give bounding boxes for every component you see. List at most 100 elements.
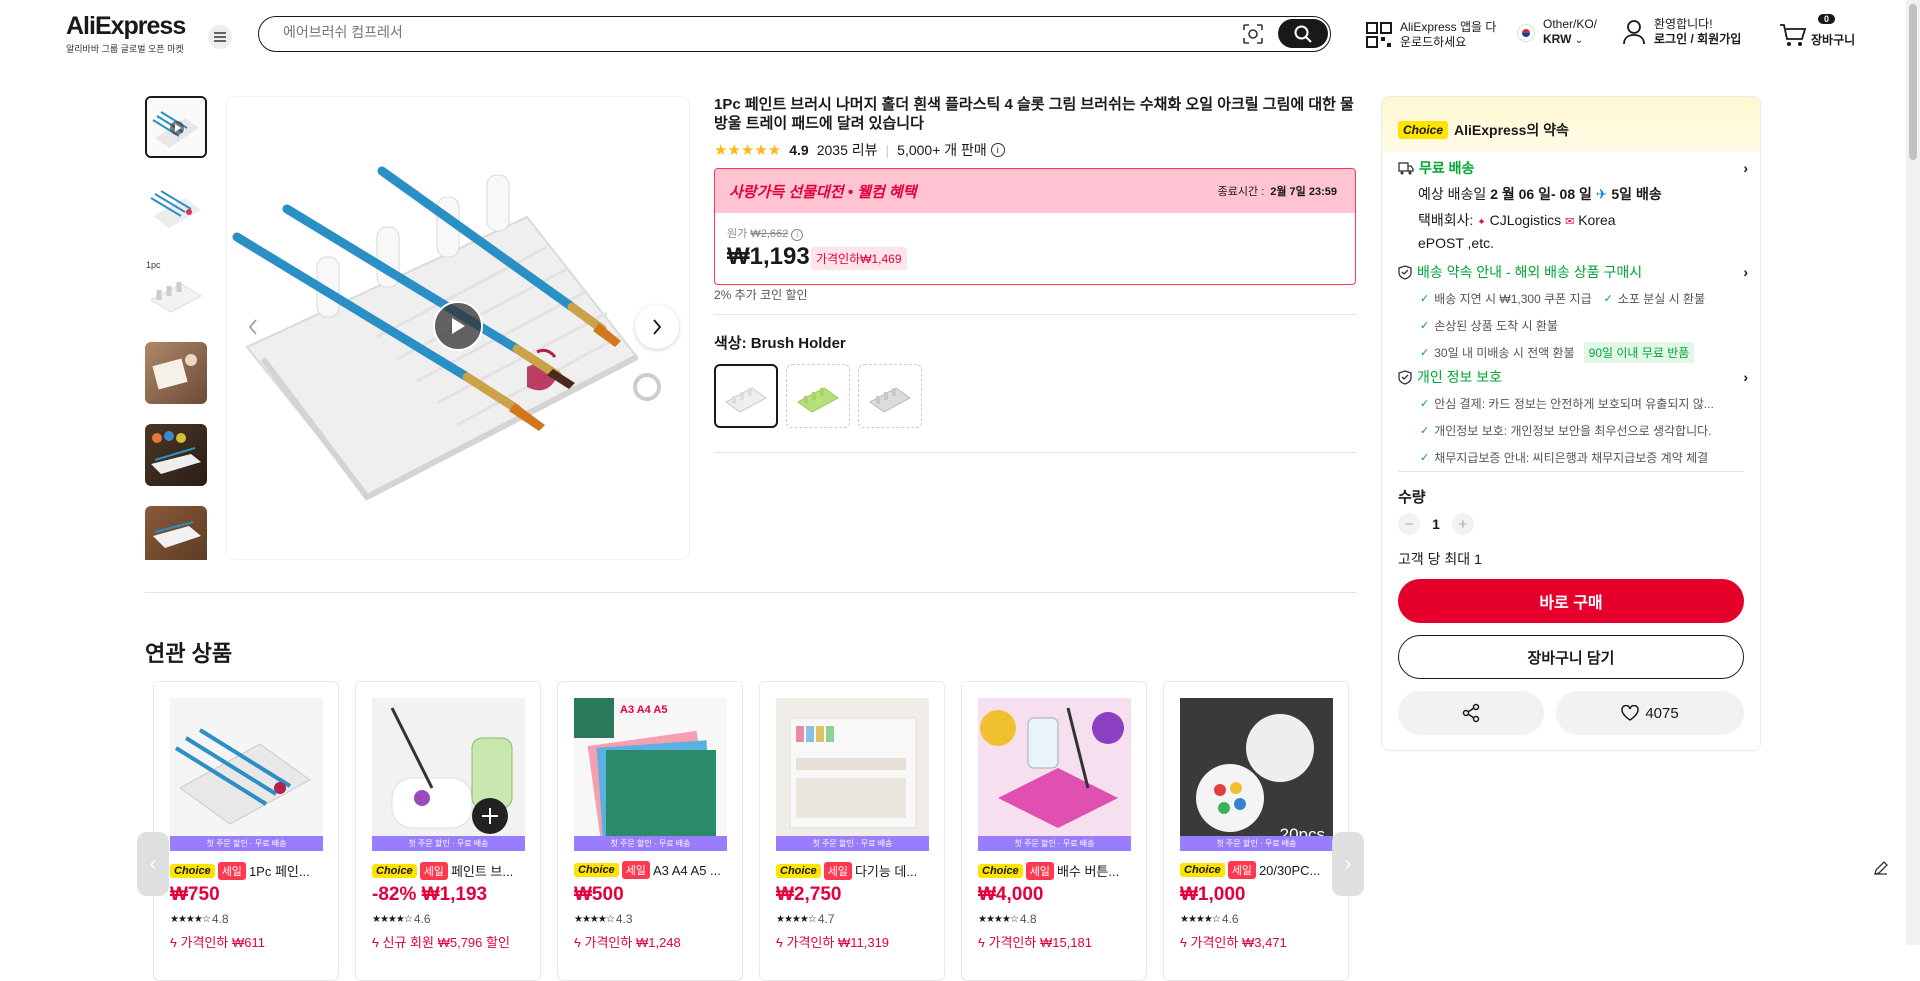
product-price: ₩750 — [170, 884, 220, 905]
guarantee-section[interactable]: 배송 약속 안내 - 해외 배송 상품 구매시 › ✓ 배송 지연 시 ₩1,30… — [1398, 262, 1748, 363]
end-time: 2월 7일 23:59 — [1270, 186, 1337, 198]
product-card[interactable]: 첫 주문 할인 · 무료 배송 Choice 세일 다기능 데... ₩2,750 … — [759, 681, 945, 981]
scrollbar-thumb[interactable] — [1909, 4, 1917, 160]
rating-value: 4.9 — [789, 142, 809, 158]
separator: | — [885, 142, 890, 158]
thumbnail-2[interactable] — [145, 178, 207, 240]
product-price: ₩4,000 — [978, 884, 1044, 905]
share-icon — [1462, 703, 1480, 723]
chevron-right-icon — [653, 319, 662, 335]
user-icon — [1623, 20, 1645, 45]
carousel-next-button[interactable]: › — [1332, 832, 1364, 896]
product-card[interactable]: 20pcs 첫 주문 할인 · 무료 배송 Choice 세일 20/30PC...… — [1163, 681, 1349, 981]
product-name: 20/30PC... — [1258, 862, 1321, 878]
thumbnail-4[interactable] — [145, 342, 207, 404]
chevron-right-icon: › — [1743, 160, 1748, 176]
product-deal: ϟ 가격인하 ₩3,471 — [1180, 935, 1287, 950]
aliexpress-logo[interactable]: AliExpress 알리바바 그룹 글로벌 오픈 마켓 — [66, 12, 186, 55]
product-rating: ★★★★☆ 4.8 — [170, 912, 229, 926]
star-icons: ★★★★☆ — [574, 913, 615, 925]
star-icons: ★★★★★ — [714, 142, 782, 159]
thumbnail-3[interactable]: 1pc — [145, 260, 207, 322]
product-rating: ★★★★☆ 4.6 — [1180, 912, 1239, 926]
page-scrollbar[interactable] — [1906, 0, 1920, 945]
product-name: 페인트 브... — [450, 864, 514, 879]
korea-flag-icon — [1517, 23, 1535, 42]
promo-suffix: • 웰컴 혜택 — [843, 183, 917, 201]
welcome-text: 환영합니다! — [1654, 17, 1713, 31]
region-selector[interactable]: Other/KO/KRW ⌄ — [1517, 17, 1597, 48]
swatch-gray[interactable] — [858, 364, 922, 428]
decrease-button[interactable]: − — [1398, 513, 1420, 535]
play-icon — [452, 318, 465, 334]
choice-badge: Choice — [574, 863, 619, 877]
account-menu[interactable]: 환영합니다! 로그인 / 회원가입 — [1622, 17, 1741, 47]
lightning-icon: ϟ — [776, 935, 783, 950]
review-count[interactable]: 2035 리뷰 — [817, 140, 878, 160]
product-card[interactable]: 첫 주문 할인 · 무료 배송 Choice 세일 페인트 브... -82% ₩1… — [355, 681, 541, 981]
free-shipping-label: 무료 배송 — [1419, 160, 1475, 176]
increase-button[interactable]: + — [1452, 513, 1474, 535]
thumbnail-6[interactable] — [145, 506, 207, 560]
play-video-button[interactable] — [433, 301, 483, 351]
product-name: 1Pc 페인... — [248, 864, 310, 879]
product-card[interactable]: 첫 주문 할인 · 무료 배송 Choice 세일 1Pc 페인... ₩750 ★… — [153, 681, 339, 981]
quantity-stepper: − 1 + — [1398, 513, 1474, 535]
next-image-button[interactable] — [635, 305, 679, 349]
login-link[interactable]: 로그인 / 회원가입 — [1654, 32, 1741, 46]
product-deal: ϟ 가격인하 ₩1,248 — [574, 935, 681, 950]
privacy-section[interactable]: 개인 정보 보호 › ✓ 안심 결제: 카드 정보는 안전하게 보호되며 유출되지… — [1398, 367, 1748, 466]
choice-badge: Choice — [1180, 863, 1225, 877]
divider — [714, 314, 1357, 315]
wishlist-button[interactable]: 4075 — [1556, 691, 1744, 735]
menu-icon[interactable] — [208, 25, 232, 49]
info-icon[interactable]: i — [990, 143, 1005, 157]
related-products-title: 연관 상품 — [145, 641, 233, 666]
buy-now-button[interactable]: 바로 구매 — [1398, 579, 1744, 623]
choice-badge: Choice — [978, 863, 1023, 878]
image-search-icon[interactable] — [1242, 23, 1264, 50]
product-price: -82% ₩1,193 — [372, 884, 488, 905]
search-icon — [1294, 25, 1312, 43]
share-button[interactable] — [1398, 691, 1544, 735]
epost-logo-icon: ✉ — [1565, 216, 1575, 228]
product-card[interactable]: 첫 주문 할인 · 무료 배송 Choice 세일 배수 버튼... ₩4,000 … — [961, 681, 1147, 981]
shipping-section[interactable]: 무료 배송 › 예상 배송일 2 월 06 일- 08 일 ✈ 5일 배송 택배… — [1398, 158, 1748, 254]
star-icons: ★★★★☆ — [978, 913, 1019, 925]
product-deal: ϟ 신규 회원 ₩5,796 할인 — [372, 935, 510, 950]
prev-image-button[interactable] — [235, 305, 271, 349]
thumbnail-video[interactable] — [145, 96, 207, 158]
info-icon[interactable]: i — [791, 228, 804, 241]
promo-banner: 사랑가득 선물대전 • 웰컴 혜택 종료시간 : 2월 7일 23:59 — [715, 169, 1355, 213]
choice-badge: Choice — [1398, 120, 1449, 139]
app-download[interactable]: AliExpress 앱을 다 운로드하세요 — [1366, 20, 1496, 50]
main-product-image[interactable] — [226, 96, 690, 560]
sale-badge: 세일 — [823, 861, 852, 880]
feedback-edit-button[interactable] — [1867, 854, 1895, 882]
thumbnail-5[interactable] — [145, 424, 207, 486]
edit-icon — [1874, 861, 1888, 875]
cart-button[interactable]: 0 장바구니 — [1779, 14, 1855, 48]
sold-count: 5,000+ 개 판매 — [897, 142, 987, 158]
star-icons: ★★★★☆ — [776, 913, 817, 925]
product-rating: ★★★★☆ 4.3 — [574, 912, 633, 926]
quantity-value[interactable]: 1 — [1430, 516, 1442, 532]
lightning-icon: ϟ — [574, 935, 581, 950]
search-input[interactable] — [283, 24, 1183, 40]
coin-discount: 2% 추가 코인 할인 — [714, 288, 808, 302]
product-rating: ★★★★☆ 4.7 — [776, 912, 835, 926]
search-button[interactable] — [1278, 19, 1328, 48]
privacy-title: 개인 정보 보호 — [1417, 369, 1503, 385]
product-image: A3 A4 A5 — [574, 698, 727, 851]
promo-strip: 첫 주문 할인 · 무료 배송 — [978, 836, 1131, 851]
product-card[interactable]: A3 A4 A5 첫 주문 할인 · 무료 배송 Choice 세일 A3 A4 A… — [557, 681, 743, 981]
product-name: 다기능 데... — [854, 864, 918, 879]
carousel-prev-button[interactable]: ‹ — [137, 832, 169, 896]
swatch-white[interactable] — [714, 364, 778, 428]
swatch-green[interactable] — [786, 364, 850, 428]
star-icons: ★★★★☆ — [372, 913, 413, 925]
color-label: 색상: Brush Holder — [714, 335, 846, 352]
lightning-icon: ϟ — [978, 935, 985, 950]
product-rating: ★★★★☆ 4.6 — [372, 912, 431, 926]
add-to-cart-button[interactable]: 장바구니 담기 — [1398, 635, 1744, 679]
